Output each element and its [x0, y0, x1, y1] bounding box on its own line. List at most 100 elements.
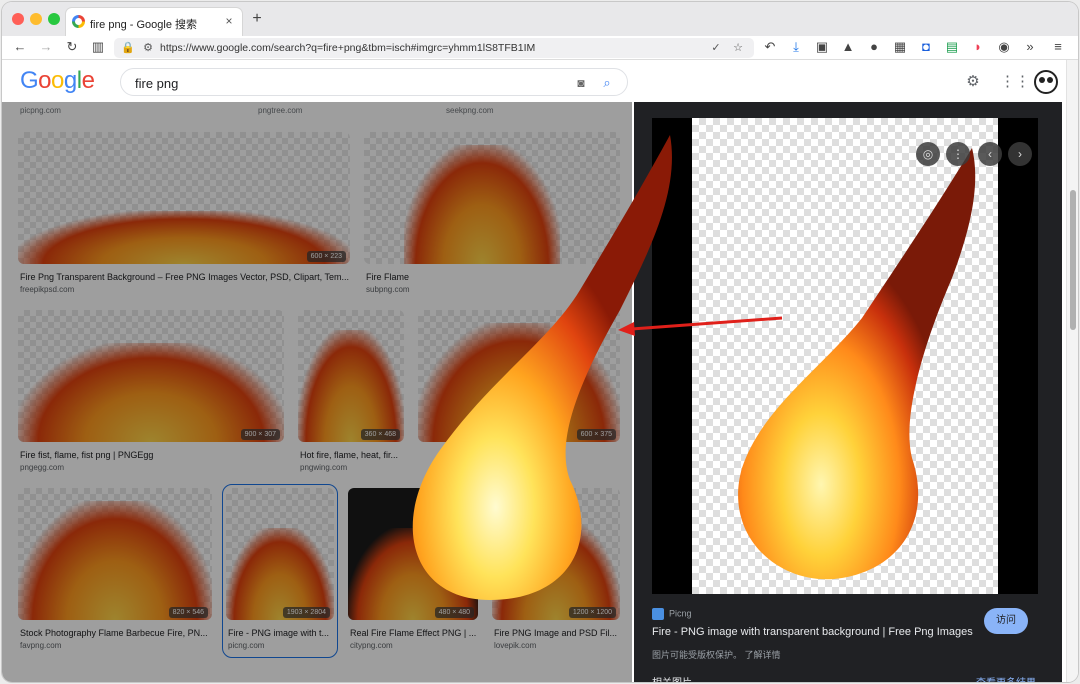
result-source[interactable]: freepikpsd.com [20, 285, 74, 294]
related-images-heading: 相关图片 [652, 674, 692, 682]
result-caption[interactable]: Fire PNG Image and PSD Fil... [494, 628, 622, 638]
result-source[interactable]: subpng.com [366, 285, 410, 294]
result-source[interactable]: citypng.com [350, 641, 393, 650]
tab-bar: fire png - Google 搜索 × + [2, 2, 1078, 36]
next-image-icon[interactable]: › [1008, 142, 1032, 166]
menu-icon[interactable]: ≡ [1050, 39, 1066, 55]
result-caption[interactable]: Fire - PNG image with t... [228, 628, 334, 638]
result-source[interactable]: pngegg.com [20, 463, 64, 472]
panda-extension-icon[interactable]: ◉ [996, 39, 1012, 55]
result-thumbnail[interactable] [226, 488, 334, 620]
result-source[interactable]: picpng.com [20, 106, 61, 115]
search-input[interactable]: fire png [135, 76, 178, 91]
reload-icon[interactable]: ↻ [64, 39, 80, 55]
dimension-badge: 600 × 375 [576, 429, 616, 440]
more-options-icon[interactable]: ⋮ [946, 142, 970, 166]
image-result-card[interactable]: 820 × 546 Stock Photography Flame Barbec… [18, 488, 214, 650]
scrollbar-thumb[interactable] [1070, 190, 1076, 330]
browser-window: fire png - Google 搜索 × + ← → ↻ ▥ 🔒 ⚙ htt… [2, 2, 1078, 682]
image-result-card[interactable]: 900 × 307 Fire fist, flame, fist png | P… [18, 310, 284, 472]
screenshot-icon[interactable]: ▣ [814, 39, 830, 55]
result-caption[interactable]: Real Fire Flame Effect PNG | ... [350, 628, 480, 638]
page-content: Google fire png ◙ ⌕ ⚙ ⋮⋮ picpng.com pngt… [2, 60, 1066, 682]
address-bar[interactable]: 🔒 ⚙ https://www.google.com/search?q=fire… [114, 38, 754, 58]
check-icon[interactable]: ✓ [708, 40, 724, 56]
page-scrollbar[interactable] [1066, 60, 1078, 682]
search-icon[interactable]: ⌕ [599, 75, 615, 91]
visit-button[interactable]: 访问 [984, 608, 1028, 634]
avatar[interactable] [1034, 70, 1058, 94]
result-source[interactable]: pngwing.com [300, 463, 347, 472]
tab-close-icon[interactable]: × [222, 14, 236, 28]
preview-site[interactable]: Picng [652, 608, 692, 620]
image-result-card[interactable]: 1200 × 1200 Fire PNG Image and PSD Fil..… [492, 488, 622, 650]
result-source[interactable]: lovepik.com [494, 641, 536, 650]
result-thumbnail[interactable] [418, 310, 620, 442]
image-result-card-selected[interactable]: 1903 × 2804 Fire - PNG image with t... p… [222, 484, 338, 658]
result-source[interactable]: pngtree.com [258, 106, 302, 115]
apps-grid-icon[interactable]: ⋮⋮ [1000, 73, 1030, 91]
sidebar-icon[interactable]: ▥ [90, 39, 106, 55]
result-caption[interactable]: Hot fire, flame, heat, fir... [300, 450, 406, 460]
result-thumbnail[interactable] [18, 488, 212, 620]
pocket-icon[interactable]: ◗ [970, 39, 986, 55]
bookmark-star-icon[interactable]: ☆ [730, 40, 746, 56]
new-tab-button[interactable]: + [248, 10, 266, 28]
site-settings-icon[interactable]: ⚙ [140, 40, 156, 56]
dimension-badge: 480 × 480 [434, 607, 474, 618]
more-extensions-icon[interactable]: » [1022, 39, 1038, 55]
result-source[interactable]: picng.com [228, 641, 264, 650]
result-thumbnail[interactable] [18, 310, 284, 442]
bitwarden-icon[interactable]: ◘ [918, 39, 934, 55]
preview-title[interactable]: Fire - PNG image with transparent backgr… [652, 626, 973, 638]
google-favicon-icon [72, 15, 85, 28]
image-result-card[interactable]: 600 × 375 [418, 310, 620, 470]
container-icon[interactable]: ▦ [892, 39, 908, 55]
result-caption[interactable]: Stock Photography Flame Barbecue Fire, P… [20, 628, 214, 638]
lens-search-icon[interactable]: ◎ [916, 142, 940, 166]
site-name: Picng [669, 608, 692, 619]
dimension-badge: 820 × 546 [168, 607, 208, 618]
url-text[interactable]: https://www.google.com/search?q=fire+png… [160, 42, 535, 54]
google-logo[interactable]: Google [20, 67, 95, 95]
google-header: Google fire png ◙ ⌕ ⚙ ⋮⋮ [2, 60, 1066, 102]
preview-image-frame: ◎ ⋮ ‹ › [652, 118, 1038, 594]
result-caption[interactable]: Fire Flame [366, 272, 409, 282]
result-source[interactable]: seekpng.com [446, 106, 494, 115]
image-result-card[interactable]: 600 × 223 Fire Png Transparent Backgroun… [18, 132, 350, 294]
preview-image[interactable] [692, 118, 998, 594]
circle-extension-icon[interactable]: ● [866, 39, 882, 55]
result-thumbnail[interactable] [492, 488, 620, 620]
rocket-icon[interactable]: ▲ [840, 39, 856, 55]
image-result-card[interactable]: 480 × 480 Real Fire Flame Effect PNG | .… [348, 488, 480, 650]
back-icon[interactable]: ← [12, 39, 28, 55]
result-thumbnail[interactable] [348, 488, 478, 620]
copyright-note[interactable]: 图片可能受版权保护。 了解详情 [652, 648, 781, 661]
lock-icon[interactable]: 🔒 [120, 40, 136, 56]
download-icon[interactable]: ⤓ [788, 39, 804, 55]
tab-active[interactable]: fire png - Google 搜索 × [66, 8, 242, 36]
maximize-window-button[interactable] [48, 13, 60, 25]
minimize-window-button[interactable] [30, 13, 42, 25]
forward-icon[interactable]: → [38, 39, 54, 55]
result-source[interactable]: favpng.com [20, 641, 61, 650]
close-window-button[interactable] [12, 13, 24, 25]
result-caption[interactable]: Fire Png Transparent Background – Free P… [20, 272, 350, 282]
camera-icon[interactable]: ◙ [573, 75, 589, 91]
result-caption[interactable]: Fire fist, flame, fist png | PNGEgg [20, 450, 153, 460]
save-icon[interactable]: ▤ [944, 39, 960, 55]
dimension-badge: 1200 × 1200 [568, 607, 616, 618]
result-thumbnail[interactable] [298, 310, 404, 442]
search-box[interactable]: fire png ◙ ⌕ [120, 68, 628, 96]
see-more-link[interactable]: 查看更多结果 [976, 674, 1036, 682]
image-result-card[interactable]: 360 × 468 Hot fire, flame, heat, fir... … [298, 310, 406, 472]
dimension-badge: 600 × 223 [306, 251, 346, 262]
image-result-card[interactable]: Fire Flame subpng.com [364, 132, 620, 294]
browser-toolbar: ← → ↻ ▥ 🔒 ⚙ https://www.google.com/searc… [2, 36, 1078, 60]
history-icon[interactable]: ↶ [762, 39, 778, 55]
result-thumbnail[interactable] [364, 132, 620, 264]
image-results-grid: picpng.com pngtree.com seekpng.com 600 ×… [2, 102, 632, 682]
result-thumbnail[interactable] [18, 132, 350, 264]
previous-image-icon[interactable]: ‹ [978, 142, 1002, 166]
settings-gear-icon[interactable]: ⚙ [964, 73, 982, 91]
